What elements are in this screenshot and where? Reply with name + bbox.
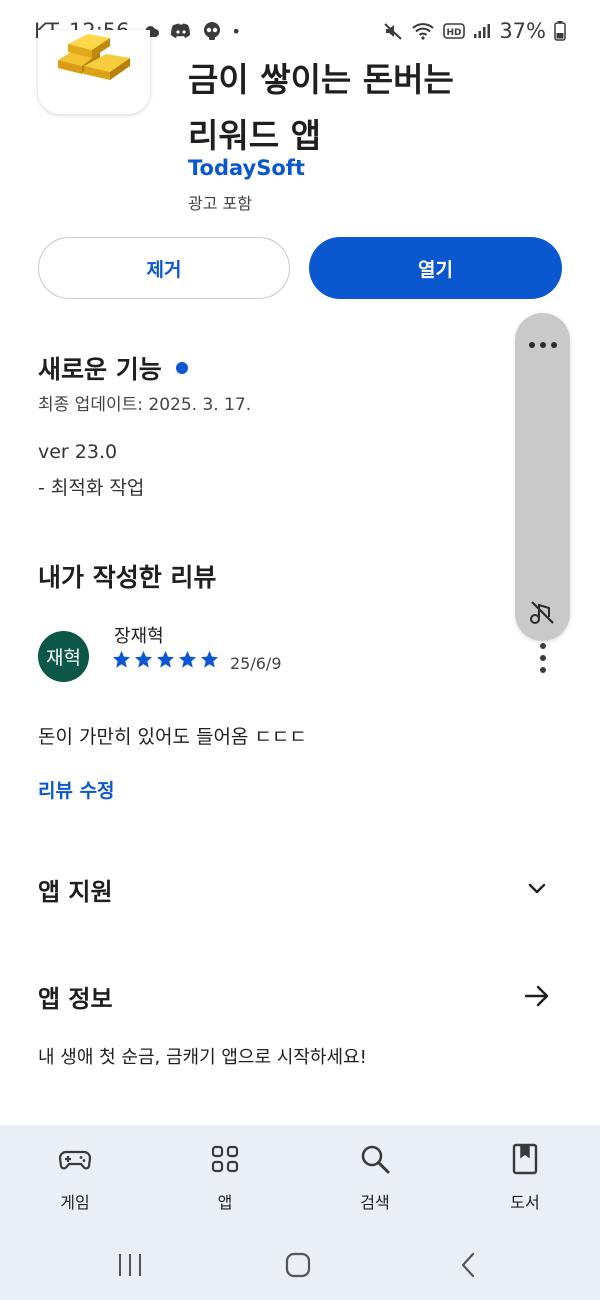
star-icon <box>200 650 219 668</box>
version-text: ver 23.0 <box>38 441 118 463</box>
arrow-right-icon[interactable] <box>522 981 552 1011</box>
more-horizontal-icon[interactable] <box>515 333 570 354</box>
nav-item-search[interactable]: 검색 <box>325 1141 425 1213</box>
ads-note: 광고 포함 <box>188 194 252 213</box>
nav-item-games[interactable]: 게임 <box>25 1141 125 1213</box>
my-review-title: 내가 작성한 리뷰 <box>38 563 217 592</box>
home-icon[interactable] <box>280 1245 316 1285</box>
gold-bars-icon <box>58 34 130 80</box>
whats-new-title: 새로운 기능 <box>38 355 162 384</box>
nav-item-books[interactable]: 도서 <box>475 1141 575 1213</box>
recent-apps-icon[interactable] <box>112 1245 148 1285</box>
rating-stars <box>112 650 219 669</box>
app-title: 금이 쌓이는 돈버는 리워드 앱 <box>188 52 548 164</box>
review-text: 돈이 가만히 있어도 들어옴 ㄷㄷㄷ <box>38 726 307 748</box>
reviewer-name: 장재혁 <box>114 626 164 647</box>
book-icon <box>512 1143 538 1175</box>
app-support-title[interactable]: 앱 지원 <box>38 872 113 907</box>
nav-label-search: 검색 <box>360 1193 390 1212</box>
nav-label-books: 도서 <box>510 1193 540 1212</box>
nav-item-apps[interactable]: 앱 <box>175 1141 275 1213</box>
whats-new-section: 새로운 기능 <box>38 350 188 386</box>
wifi-icon <box>411 22 435 40</box>
battery-percent: 37% <box>499 19 546 43</box>
back-icon[interactable] <box>450 1245 486 1285</box>
nav-label-games: 게임 <box>60 1193 90 1212</box>
app-info-description: 내 생애 첫 순금, 금캐기 앱으로 시작하세요! <box>38 1047 367 1068</box>
app-icon[interactable] <box>38 30 150 114</box>
star-icon <box>178 650 197 668</box>
star-icon <box>112 650 131 668</box>
open-button[interactable]: 열기 <box>309 237 562 299</box>
nav-label-apps: 앱 <box>217 1193 233 1212</box>
last-updated: 최종 업데이트: 2025. 3. 17. <box>38 395 252 415</box>
apps-grid-icon <box>211 1145 239 1173</box>
notification-dot: • <box>231 21 241 41</box>
avatar: 재혁 <box>38 631 89 682</box>
star-icon <box>134 650 153 668</box>
hd-icon: HD <box>443 23 466 39</box>
signal-icon <box>473 23 491 39</box>
mute-icon <box>383 21 403 41</box>
battery-icon <box>554 21 566 41</box>
status-right: HD 37% <box>383 19 566 43</box>
app-title-line1: 금이 쌓이는 돈버는 <box>188 60 454 99</box>
search-icon <box>361 1145 390 1174</box>
app-info-title[interactable]: 앱 정보 <box>38 979 113 1014</box>
more-vertical-icon[interactable] <box>532 643 554 673</box>
svg-text:HD: HD <box>447 28 462 38</box>
review-date: 25/6/9 <box>230 654 282 673</box>
skull-icon <box>202 21 222 41</box>
remove-button[interactable]: 제거 <box>38 237 290 299</box>
system-nav-bar <box>0 1245 600 1285</box>
floating-panel[interactable] <box>515 313 570 641</box>
sound-off-icon[interactable] <box>529 599 556 626</box>
star-icon <box>156 650 175 668</box>
discord-icon <box>170 23 192 39</box>
change-note: - 최적화 작업 <box>38 477 145 499</box>
developer-link[interactable]: TodaySoft <box>188 156 305 180</box>
new-indicator-dot <box>175 362 188 374</box>
chevron-down-icon[interactable] <box>524 876 550 902</box>
edit-review-link[interactable]: 리뷰 수정 <box>38 776 115 803</box>
gamepad-icon <box>58 1150 92 1170</box>
